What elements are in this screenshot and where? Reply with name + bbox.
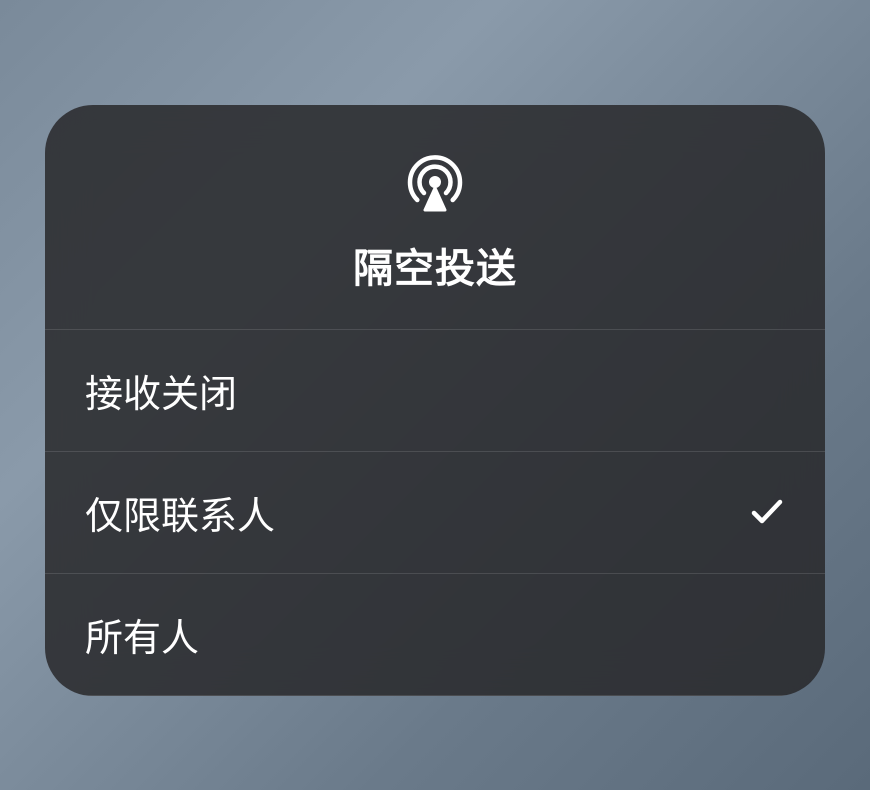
panel-title: 隔空投送: [353, 236, 517, 294]
options-list: 接收关闭 仅限联系人 所有人: [45, 330, 825, 696]
airdrop-panel: 隔空投送 接收关闭 仅限联系人 所有人: [45, 105, 825, 696]
option-contacts-only[interactable]: 仅限联系人: [45, 452, 825, 574]
option-label: 仅限联系人: [85, 485, 275, 540]
option-everyone[interactable]: 所有人: [45, 574, 825, 696]
checkmark-icon: [749, 494, 785, 530]
option-label: 所有人: [85, 607, 199, 662]
option-label: 接收关闭: [85, 363, 237, 418]
panel-header: 隔空投送: [45, 105, 825, 330]
option-receiving-off[interactable]: 接收关闭: [45, 330, 825, 452]
airdrop-icon: [403, 150, 467, 214]
